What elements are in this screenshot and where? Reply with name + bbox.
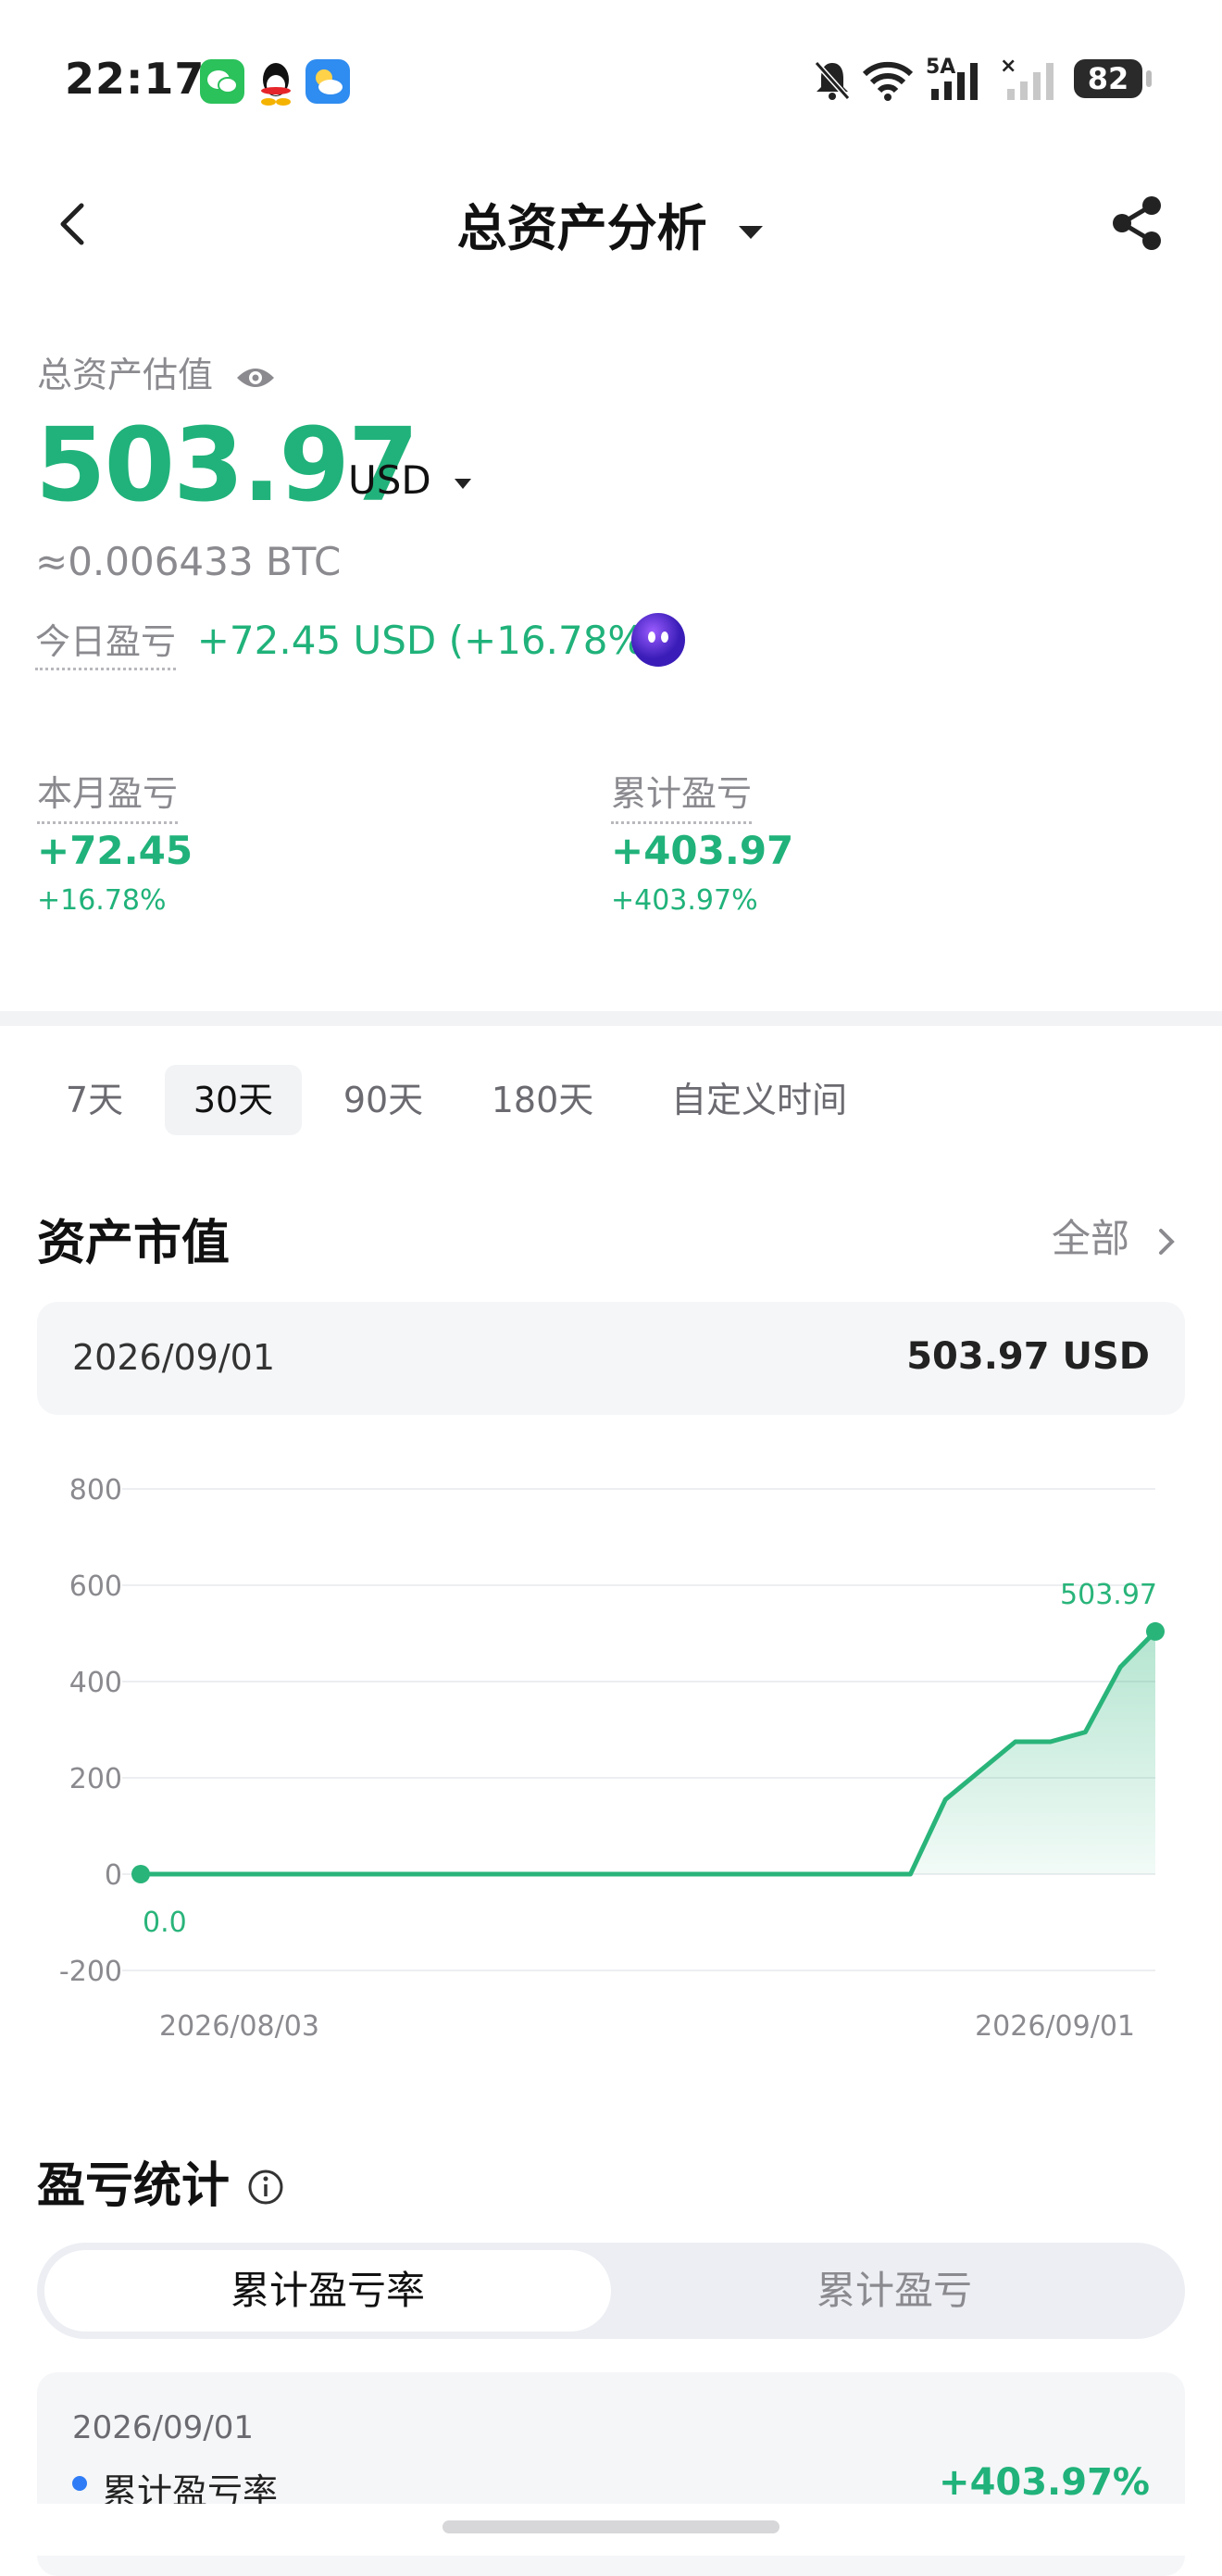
y-tick-label: 200 <box>69 1763 122 1795</box>
mute-bell-icon <box>811 57 854 106</box>
currency-selector[interactable]: USD <box>348 457 473 503</box>
start-value-label: 0.0 <box>143 1907 187 1939</box>
month-pnl-value: +72.45 <box>37 828 193 873</box>
total-pnl-block: 累计盈亏 +403.97 +403.97% <box>611 765 793 917</box>
x-tick-label: 2026/08/03 <box>159 2010 319 2043</box>
tab-30d[interactable]: 30天 <box>165 1065 302 1135</box>
info-icon[interactable] <box>247 2169 284 2206</box>
y-tick-label: 600 <box>69 1570 122 1603</box>
tab-90d[interactable]: 90天 <box>326 1065 441 1135</box>
caret-down-icon <box>455 478 472 489</box>
total-asset-label: 总资产估值 <box>37 346 276 397</box>
signal-icon <box>929 61 989 104</box>
status-time: 22:17 <box>65 54 206 104</box>
pnl-legend-value: +403.97% <box>939 2461 1150 2504</box>
share-button[interactable] <box>1107 193 1166 254</box>
pnl-date: 2026/09/01 <box>72 2409 254 2446</box>
svg-text:×: × <box>1000 56 1016 78</box>
weather-icon <box>306 59 350 104</box>
battery-indicator: 82 <box>1074 59 1142 98</box>
x-tick-label: 2026/09/01 <box>975 2010 1135 2043</box>
y-tick-label: 400 <box>69 1667 122 1699</box>
btc-equivalent: ≈0.006433 BTC <box>35 539 342 584</box>
battery-tip <box>1146 70 1152 87</box>
home-indicator[interactable] <box>443 2520 779 2533</box>
pnl-legend-dot <box>72 2476 87 2491</box>
market-value-title: 资产市值 <box>37 1216 231 1271</box>
pnl-title-row: 盈亏统计 <box>37 2146 284 2216</box>
market-value: 503.97 USD <box>906 1335 1150 1378</box>
wifi-icon <box>861 59 915 106</box>
end-value-label: 503.97 <box>1060 1579 1157 1611</box>
market-date: 2026/09/01 <box>72 1337 276 1378</box>
seg-cumulative-amount[interactable]: 累计盈亏 <box>611 2250 1178 2332</box>
market-value-card: 2026/09/01 503.97 USD <box>37 1302 1185 1415</box>
month-pnl-label[interactable]: 本月盈亏 <box>37 765 179 824</box>
view-all-link[interactable]: 全部 <box>1052 1207 1177 1264</box>
today-pnl-row: 今日盈亏 +72.45 USD (+16.78%) <box>35 613 660 670</box>
today-pnl-value: +72.45 USD (+16.78%) <box>196 618 660 663</box>
signal-no-sim-icon: × <box>1000 55 1066 104</box>
pnl-title: 盈亏统计 <box>37 2158 231 2214</box>
tab-180d[interactable]: 180天 <box>478 1065 607 1135</box>
tab-7d[interactable]: 7天 <box>43 1065 146 1135</box>
total-pnl-value: +403.97 <box>611 828 794 873</box>
qq-icon <box>256 57 296 106</box>
asset-value-chart[interactable]: 800 600 400 200 0 -200 0.0 503.97 2026/08/03 2026… <box>0 1444 1222 2056</box>
mascot-icon[interactable] <box>630 611 687 669</box>
y-tick-label: 800 <box>69 1474 122 1507</box>
page-title[interactable]: 总资产分析 <box>0 187 1222 260</box>
share-icon <box>1113 196 1161 250</box>
total-pnl-pct: +403.97% <box>611 884 758 917</box>
y-tick-label: 0 <box>105 1859 122 1892</box>
month-pnl-block: 本月盈亏 +72.45 +16.78% <box>37 765 193 917</box>
month-pnl-pct: +16.78% <box>37 884 167 917</box>
today-pnl-label[interactable]: 今日盈亏 <box>35 621 177 670</box>
wechat-icon <box>200 59 244 104</box>
tab-custom-time[interactable]: 自定义时间 <box>655 1065 863 1135</box>
start-point <box>131 1865 150 1883</box>
y-tick-label: -200 <box>59 1956 122 1988</box>
eye-icon[interactable] <box>235 364 276 392</box>
section-divider <box>0 1011 1222 1026</box>
end-point <box>1146 1621 1165 1641</box>
total-pnl-label[interactable]: 累计盈亏 <box>611 765 753 824</box>
chevron-right-icon <box>1159 1228 1176 1255</box>
caret-down-icon <box>739 226 764 240</box>
seg-cumulative-rate[interactable]: 累计盈亏率 <box>44 2250 611 2332</box>
